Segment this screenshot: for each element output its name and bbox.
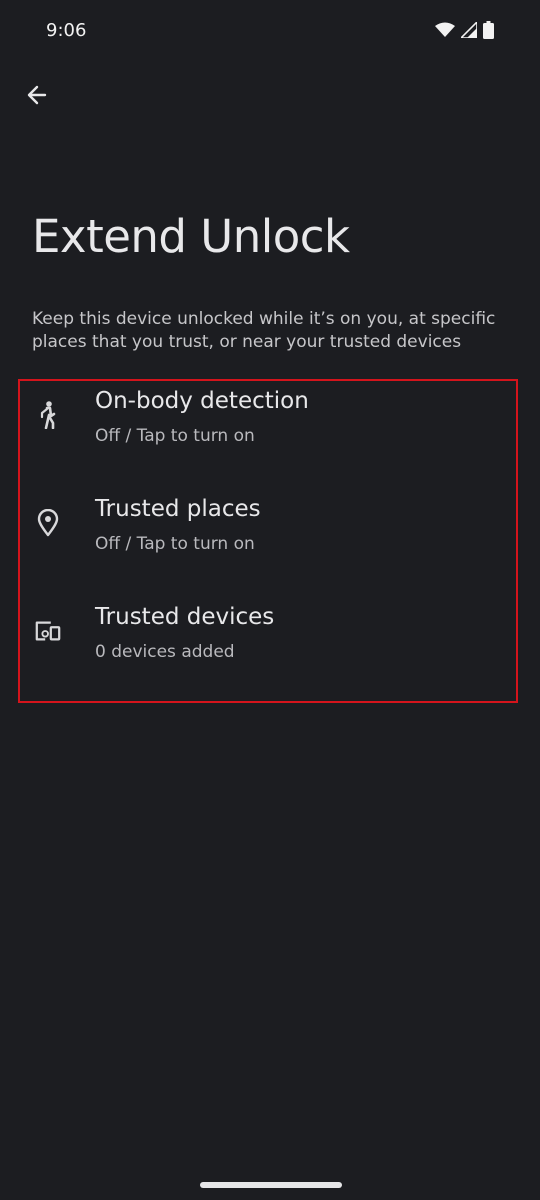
walking-person-icon (34, 400, 62, 430)
status-time: 9:06 (46, 20, 87, 41)
devices-icon (34, 616, 62, 646)
wifi-icon (435, 22, 455, 42)
arrow-back-icon (25, 83, 49, 111)
item-title: On-body detection (95, 388, 309, 414)
status-bar: 9:06 (0, 0, 540, 62)
home-indicator[interactable] (200, 1182, 342, 1188)
item-subtitle: 0 devices added (95, 642, 235, 662)
status-icons (435, 20, 494, 43)
location-pin-icon (34, 508, 62, 538)
item-subtitle: Off / Tap to turn on (95, 426, 255, 446)
signal-icon (459, 20, 478, 42)
page-description: Keep this device unlocked while it’s on … (32, 309, 496, 352)
item-title: Trusted places (95, 496, 261, 522)
list-item-trusted-places[interactable]: Trusted places Off / Tap to turn on (20, 474, 518, 578)
page-title: Extend Unlock (32, 210, 350, 263)
list-item-on-body-detection[interactable]: On-body detection Off / Tap to turn on (20, 366, 518, 470)
list-item-trusted-devices[interactable]: Trusted devices 0 devices added (20, 582, 518, 686)
item-title: Trusted devices (95, 604, 275, 630)
battery-icon (483, 21, 494, 43)
item-subtitle: Off / Tap to turn on (95, 534, 255, 554)
back-button[interactable] (20, 80, 54, 114)
